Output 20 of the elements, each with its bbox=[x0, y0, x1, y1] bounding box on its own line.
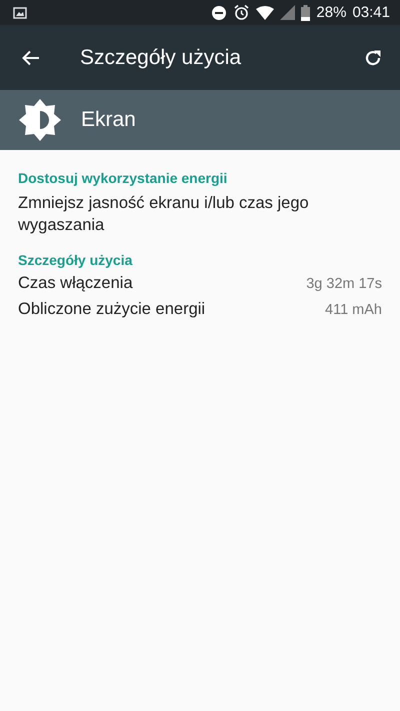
detail-label: Obliczone zużycie energii bbox=[18, 300, 206, 319]
app-name: Ekran bbox=[81, 108, 136, 132]
wifi-icon bbox=[256, 6, 274, 20]
do-not-disturb-icon bbox=[211, 4, 228, 20]
image-icon bbox=[13, 6, 27, 18]
detail-label: Czas włączenia bbox=[18, 274, 133, 293]
tip-text: Zmniejsz jasność ekranu i/lub czas jego wygaszania bbox=[18, 193, 310, 236]
section-header: Dostosuj wykorzystanie energii bbox=[18, 170, 228, 186]
brightness-icon bbox=[19, 99, 61, 141]
signal-icon bbox=[280, 5, 296, 20]
battery-icon bbox=[301, 4, 310, 20]
clock-time: 03:41 bbox=[352, 4, 390, 21]
alarm-icon bbox=[233, 4, 250, 21]
detail-value: 411 mAh bbox=[325, 302, 382, 318]
section-header: Szczegóły użycia bbox=[18, 252, 134, 268]
back-arrow-icon[interactable] bbox=[22, 50, 40, 66]
toolbar-title: Szczegóły użycia bbox=[80, 46, 242, 70]
detail-value: 3g 32m 17s bbox=[306, 276, 382, 292]
battery-percent: 28% bbox=[316, 4, 346, 21]
refresh-icon[interactable] bbox=[364, 48, 382, 66]
